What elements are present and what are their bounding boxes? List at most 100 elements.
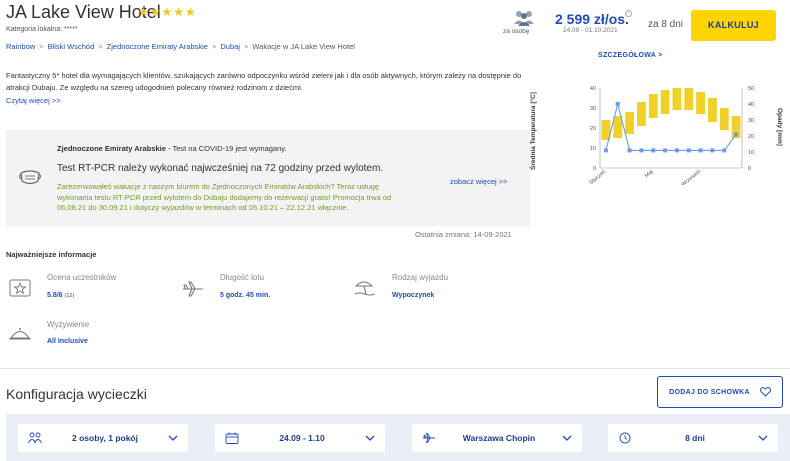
- rating-value: 5.8/6 (12): [47, 292, 74, 299]
- heart-icon: [759, 387, 771, 397]
- see-more-link[interactable]: zobacz więcej >>: [450, 177, 508, 186]
- temperature-bar: [708, 98, 717, 122]
- rating-count: (12): [64, 293, 75, 299]
- people-icon: [28, 432, 42, 444]
- chart-y2-tick-label: 20: [748, 134, 754, 140]
- key-info-heading: Najważniejsze informacje: [6, 250, 97, 259]
- section-divider: [0, 368, 790, 369]
- temperature-bar: [648, 94, 658, 118]
- chart-y2-tick-label: 30: [748, 118, 754, 124]
- chart-y2-tick-label: 40: [748, 102, 754, 108]
- people-icon: [514, 11, 534, 26]
- last-change-date: Ostatnia zmiana: 14-09-2021: [415, 230, 512, 239]
- chart-x-tick-label: Styczeń: [588, 169, 607, 185]
- climate-chart: 40302010050403020100Styczeń Maj Wrzesień: [588, 86, 754, 185]
- add-to-stash-button[interactable]: DODAJ DO SCHOWKA: [657, 376, 783, 408]
- add-to-stash-label: DODAJ DO SCHOWKA: [669, 388, 750, 396]
- precipitation-point: [710, 148, 715, 153]
- temperature-bar: [613, 116, 623, 138]
- precipitation-point: [734, 132, 739, 137]
- trip-type-value: Wypoczynek: [392, 292, 435, 299]
- detailed-link[interactable]: SZCZEGÓŁOWA >: [598, 52, 663, 59]
- temperature-bar: [696, 92, 705, 114]
- airplane-icon: [183, 281, 203, 297]
- breadcrumb-item-uae[interactable]: Zjednoczone Emiraty Arabskie: [107, 42, 208, 51]
- chevron-down-icon: [758, 435, 768, 441]
- temperature-bar: [637, 102, 646, 126]
- breadcrumb: Rainbow > Bliski Wschód > Zjednoczone Em…: [6, 42, 355, 51]
- chart-y2-tick-label: 50: [748, 86, 754, 92]
- temperature-bar: [672, 88, 682, 110]
- chevron-down-icon: [562, 435, 572, 441]
- temperature-bar: [684, 88, 694, 110]
- trip-type-label: Rodzaj wyjazdu: [392, 273, 449, 282]
- temperature-bar: [625, 112, 634, 134]
- covid-promo: Zarezerwowałeś wakacje z naszym biurem d…: [57, 182, 392, 212]
- chart-x-tick-label: Wrzesień: [681, 169, 702, 185]
- breadcrumb-item-rainbow[interactable]: Rainbow: [6, 42, 35, 51]
- dates-value: 24.09 - 1.10: [279, 433, 325, 443]
- breadcrumb-item-dubai[interactable]: Dubaj: [220, 42, 240, 51]
- breadcrumb-separator: >: [211, 42, 217, 51]
- covid-requirement: Zjednoczone Emiraty Arabskie - Test na C…: [57, 144, 287, 153]
- covid-country: Zjednoczone Emiraty Arabskie: [57, 144, 166, 153]
- chart-y-tick-label: 40: [590, 86, 596, 92]
- duration-select[interactable]: 8 dni: [608, 424, 778, 452]
- read-more-link[interactable]: Czytaj więcej >>: [6, 96, 61, 105]
- rating-star-icon: [9, 279, 31, 297]
- flight-length-label: Długość lotu: [220, 273, 265, 282]
- breadcrumb-separator: >: [243, 42, 249, 51]
- travellers-select[interactable]: 2 osoby, 1 pokój: [18, 424, 188, 452]
- temperature-bar: [719, 108, 729, 130]
- chart-y2-axis-label: Opady [mm]: [776, 108, 783, 146]
- chart-y2-tick-label: 10: [748, 150, 754, 156]
- precipitation-point: [686, 148, 691, 153]
- temperature-bar: [660, 90, 670, 114]
- chart-x-tick-label: Maj: [644, 169, 655, 179]
- meal-cloche-icon: [9, 328, 31, 340]
- precipitation-point: [627, 148, 632, 153]
- trip-length: za 8 dni: [648, 19, 684, 30]
- chart-y-tick-label: 30: [590, 106, 596, 112]
- chevron-down-icon: [168, 435, 178, 441]
- precipitation-point: [663, 148, 668, 153]
- airplane-icon: [423, 433, 435, 443]
- chart-y-tick-label: 10: [590, 146, 596, 152]
- departure-airport-select[interactable]: Warszawa Chopin: [412, 424, 582, 452]
- precipitation-point: [722, 148, 727, 153]
- clock-icon: [619, 432, 631, 444]
- hotel-description: Fantastyczny 5* hotel dla wymagających k…: [6, 71, 522, 92]
- star-rating: ★★★★★: [138, 5, 197, 19]
- board-label: Wyżywienie: [47, 320, 90, 329]
- covid-requirement-text: - Test na COVID-19 jest wymagany.: [165, 144, 287, 153]
- breadcrumb-item-current: Wakacje w JA Lake View Hotel: [252, 42, 355, 51]
- price: 2 599 zł/os.: [555, 11, 629, 27]
- rating-score: 5.8/6: [47, 292, 63, 299]
- dates-select[interactable]: 24.09 - 1.10: [215, 424, 385, 452]
- breadcrumb-separator: >: [39, 42, 44, 51]
- chart-y2-tick-label: 0: [748, 166, 751, 172]
- per-person-label: za osobę: [503, 28, 530, 35]
- chart-y-tick-label: 20: [590, 126, 596, 132]
- chart-y-tick-label: 0: [593, 166, 596, 172]
- chevron-down-icon: [365, 435, 375, 441]
- beach-umbrella-icon: [354, 281, 376, 296]
- board-value: All Inclusive: [47, 338, 88, 345]
- precipitation-point: [639, 148, 644, 153]
- precipitation-point: [651, 148, 656, 153]
- trip-dates: 24.09 - 01.10.2021: [563, 27, 618, 34]
- travellers-value: 2 osoby, 1 pokój: [72, 433, 138, 443]
- departure-airport-value: Warszawa Chopin: [462, 433, 536, 443]
- calculate-button[interactable]: KALKULUJ: [691, 10, 776, 41]
- local-category: Kategoria lokalna: *****: [6, 26, 78, 33]
- breadcrumb-separator: >: [98, 42, 103, 51]
- covid-rule: Test RT-PCR należy wykonać najwcześniej …: [57, 163, 384, 174]
- flight-length-value: 5 godz. 45 min.: [220, 292, 271, 299]
- precipitation-point: [674, 148, 679, 153]
- breadcrumb-item-middle-east[interactable]: Bliski Wschód: [48, 42, 95, 51]
- precipitation-point: [698, 148, 703, 153]
- precipitation-point: [603, 148, 608, 153]
- config-title: Konfiguracja wycieczki: [6, 386, 147, 402]
- duration-value: 8 dni: [685, 433, 705, 443]
- info-icon[interactable]: i: [625, 10, 632, 17]
